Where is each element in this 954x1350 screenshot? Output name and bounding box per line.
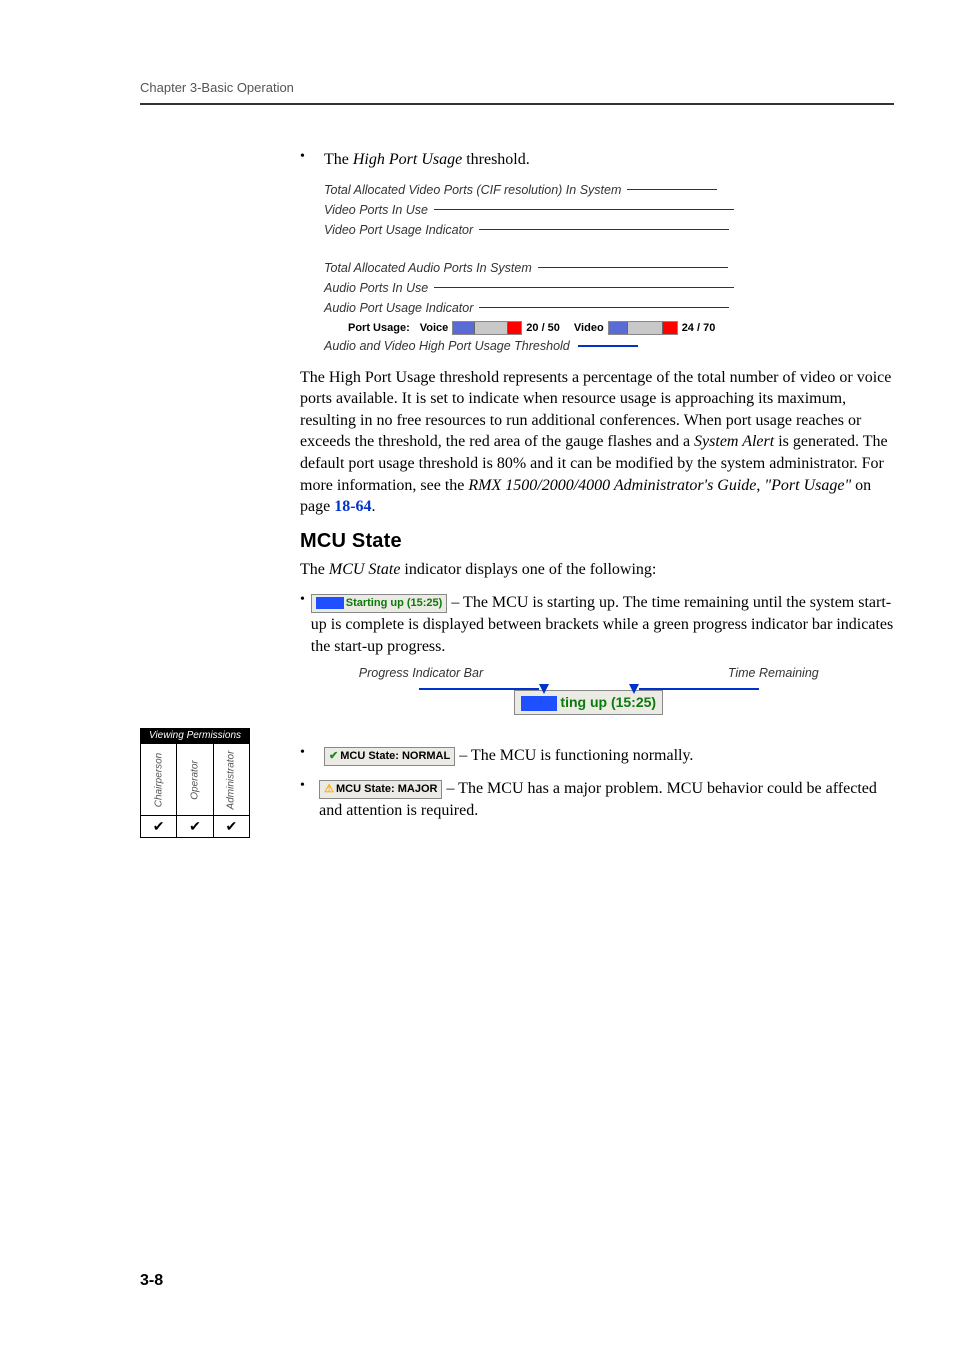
bullet-icon: • <box>300 745 324 767</box>
mcu-starting-bullet: • Starting up (15:25) – The MCU is start… <box>300 592 894 733</box>
port-usage-bar: Port Usage: Voice 20 / 50 Video 24 / 70 <box>348 321 884 335</box>
port-usage-diagram: Total Allocated Video Ports (CIF resolut… <box>324 183 884 353</box>
bullet-icon: • <box>300 592 311 733</box>
video-gauge <box>608 321 678 335</box>
text-italic: System Alert <box>694 433 774 450</box>
progress-diagram: Progress Indicator Bar Time Remaining <box>359 665 894 715</box>
mcu-major-bullet: • ⚠MCU State: MAJOR – The MCU has a majo… <box>300 778 894 821</box>
chip-text: MCU State: MAJOR <box>336 783 437 795</box>
text: indicator displays one of the following: <box>400 561 656 578</box>
chapter-header: Chapter 3-Basic Operation <box>140 80 894 95</box>
voice-gauge <box>452 321 522 335</box>
bullet-icon: • <box>300 149 324 171</box>
perm-col-chairperson: Chairperson <box>153 752 164 806</box>
chip-text: MCU State: NORMAL <box>340 750 450 762</box>
callout-label: Video Port Usage Indicator <box>324 223 473 237</box>
permissions-header: Viewing Permissions <box>140 728 250 743</box>
mcu-normal-chip: ✔MCU State: NORMAL <box>324 747 455 766</box>
voice-label: Voice <box>420 322 449 334</box>
mcu-intro: The MCU State indicator displays one of … <box>300 559 894 581</box>
progress-right-label: Time Remaining <box>728 665 819 682</box>
mcu-major-chip: ⚠MCU State: MAJOR <box>319 780 442 799</box>
callout-label: Audio Port Usage Indicator <box>324 301 473 315</box>
check-icon: ✔ <box>189 820 201 835</box>
check-icon: ✔ <box>153 820 165 835</box>
perm-col-operator: Operator <box>189 760 200 799</box>
voice-value: 20 / 50 <box>526 322 560 334</box>
text-italic: RMX 1500/2000/4000 Administrator's Guide <box>468 477 756 494</box>
warning-icon: ⚠ <box>324 783 334 795</box>
callout-label: Total Allocated Video Ports (CIF resolut… <box>324 183 621 197</box>
check-icon: ✔ <box>225 820 237 835</box>
starting-up-progress-chip: ting up (15:25) <box>514 690 663 715</box>
page-link[interactable]: 18-64 <box>334 498 371 515</box>
check-icon: ✔ <box>329 750 338 762</box>
starting-up-chip: Starting up (15:25) <box>311 594 448 613</box>
callout-label: Audio and Video High Port Usage Threshol… <box>324 339 570 353</box>
video-label: Video <box>574 322 604 334</box>
port-usage-label: Port Usage: <box>348 322 410 334</box>
text: The <box>300 561 329 578</box>
callout-label: Audio Ports In Use <box>324 281 428 295</box>
callout-label: Total Allocated Audio Ports In System <box>324 261 532 275</box>
text: – The MCU is functioning normally. <box>455 747 693 764</box>
text-italic: High Port Usage <box>353 151 462 168</box>
text: . <box>372 498 376 515</box>
text: threshold. <box>462 151 530 168</box>
text: The <box>324 151 353 168</box>
mcu-normal-bullet: • ✔MCU State: NORMAL – The MCU is functi… <box>300 745 894 767</box>
callout-label: Video Ports In Use <box>324 203 428 217</box>
text-italic: "Port Usage" <box>764 477 851 494</box>
video-value: 24 / 70 <box>682 322 716 334</box>
text-italic: MCU State <box>329 561 401 578</box>
progress-left-label: Progress Indicator Bar <box>359 665 483 682</box>
page-number: 3-8 <box>140 1272 163 1290</box>
bullet-icon: • <box>300 778 319 821</box>
perm-col-administrator: Administrator <box>226 750 237 809</box>
header-rule <box>140 103 894 105</box>
permissions-table: Viewing Permissions Chairperson Operator… <box>140 728 250 838</box>
chip-text: Starting up (15:25) <box>346 597 443 609</box>
high-port-bullet: • The High Port Usage threshold. <box>300 149 894 171</box>
chip-text: ting up (15:25) <box>560 694 656 710</box>
mcu-state-heading: MCU State <box>300 530 894 553</box>
high-port-paragraph: The High Port Usage threshold represents… <box>300 367 894 518</box>
